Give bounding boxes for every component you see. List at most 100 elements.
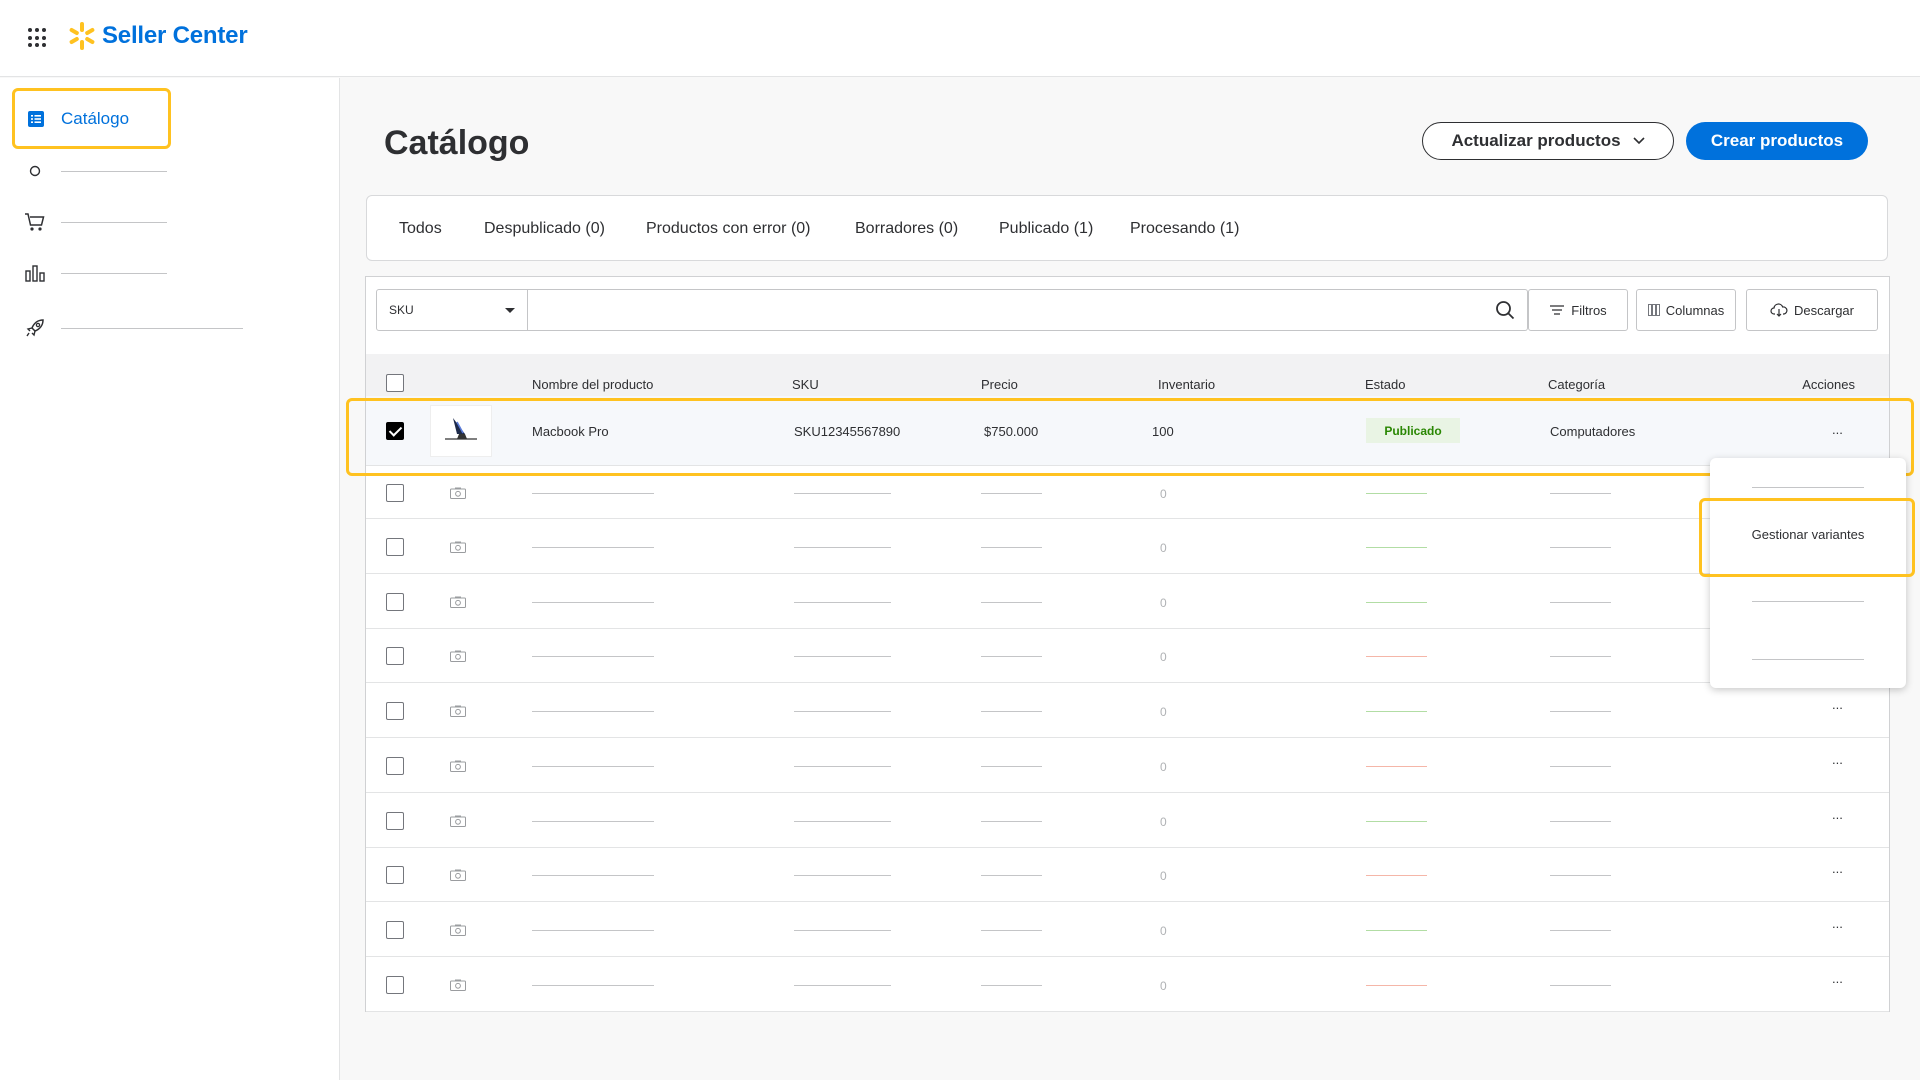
row-checkbox[interactable] [386, 422, 404, 440]
product-thumbnail [430, 405, 492, 457]
status-placeholder [1366, 930, 1427, 931]
tab-productos-con-error[interactable]: Productos con error (0) [646, 220, 811, 238]
menu-item-4[interactable] [1710, 630, 1906, 688]
sku-placeholder [794, 711, 891, 712]
row-actions-button[interactable]: ... [1832, 752, 1843, 767]
sidebar-item-2[interactable] [24, 211, 167, 233]
sku-placeholder [794, 821, 891, 822]
row-actions-button[interactable]: ... [1832, 807, 1843, 822]
table-row[interactable]: 0... [366, 793, 1889, 848]
tab-publicado[interactable]: Publicado (1) [999, 220, 1093, 238]
image-placeholder-icon [450, 869, 466, 881]
row-actions-button[interactable]: ... [1832, 697, 1843, 712]
row-actions-button[interactable]: ... [1832, 971, 1843, 986]
sidebar-item-1[interactable] [24, 160, 167, 182]
top-bar: Seller Center [0, 0, 1920, 77]
select-all-checkbox[interactable] [386, 374, 404, 392]
name-placeholder [532, 711, 654, 712]
tab-borradores[interactable]: Borradores (0) [855, 220, 958, 238]
row-checkbox[interactable] [386, 593, 404, 611]
sidebar-item-placeholder [61, 272, 167, 274]
row-checkbox[interactable] [386, 647, 404, 665]
category-placeholder [1550, 493, 1611, 494]
column-header-category[interactable]: Categoría [1548, 377, 1605, 392]
price-placeholder [981, 602, 1042, 603]
tab-despublicado[interactable]: Despublicado (0) [484, 220, 605, 238]
apps-grid-icon[interactable] [28, 28, 48, 48]
category-placeholder [1550, 656, 1611, 657]
row-checkbox[interactable] [386, 812, 404, 830]
sidebar-item-4[interactable] [24, 317, 243, 339]
tab-procesando[interactable]: Procesando (1) [1130, 220, 1239, 238]
category-placeholder [1550, 821, 1611, 822]
category-placeholder [1550, 930, 1611, 931]
category-placeholder [1550, 602, 1611, 603]
table-row[interactable]: 0 [366, 466, 1889, 519]
menu-item-placeholder [1752, 658, 1864, 660]
row-checkbox[interactable] [386, 921, 404, 939]
table-row[interactable]: 0... [366, 902, 1889, 957]
filter-icon [1550, 305, 1565, 315]
price-placeholder [981, 547, 1042, 548]
image-placeholder-icon [450, 596, 466, 608]
category-placeholder [1550, 875, 1611, 876]
menu-item-manage-variants[interactable]: Gestionar variantes [1710, 505, 1906, 563]
inventory-value: 0 [1160, 869, 1167, 883]
table-row[interactable]: Macbook Pro SKU12345567890 $750.000 100 … [366, 396, 1889, 466]
price-placeholder [981, 985, 1042, 986]
sidebar-item-placeholder [61, 327, 243, 329]
name-placeholder [532, 821, 654, 822]
cloud-download-icon [1770, 303, 1788, 317]
column-header-name[interactable]: Nombre del producto [532, 377, 653, 392]
product-name[interactable]: Macbook Pro [532, 424, 609, 439]
product-price: $750.000 [984, 424, 1039, 439]
column-header-price[interactable]: Precio [981, 377, 1018, 392]
image-placeholder-icon [450, 760, 466, 772]
table-row[interactable]: 0 [366, 519, 1889, 574]
table-row[interactable]: 0... [366, 683, 1889, 738]
name-placeholder [532, 985, 654, 986]
row-checkbox[interactable] [386, 976, 404, 994]
row-actions-button[interactable]: ... [1832, 422, 1843, 437]
row-actions-button[interactable]: ... [1832, 861, 1843, 876]
table-row[interactable]: 0... [366, 848, 1889, 902]
sidebar-item-catalogo[interactable]: Catálogo [12, 88, 171, 149]
column-header-sku[interactable]: SKU [792, 377, 819, 392]
sidebar-item-3[interactable] [24, 262, 167, 284]
category-placeholder [1550, 985, 1611, 986]
tab-todos[interactable]: Todos [399, 220, 442, 238]
row-checkbox[interactable] [386, 702, 404, 720]
create-products-button[interactable]: Crear productos [1686, 122, 1868, 160]
columns-button[interactable]: Columnas [1636, 289, 1736, 331]
name-placeholder [532, 547, 654, 548]
row-checkbox[interactable] [386, 866, 404, 884]
update-products-button[interactable]: Actualizar productos [1422, 122, 1674, 160]
sku-placeholder [794, 985, 891, 986]
table-row[interactable]: 0... [366, 738, 1889, 793]
name-placeholder [532, 656, 654, 657]
menu-item-placeholder [1752, 486, 1864, 488]
column-header-inventory[interactable]: Inventario [1158, 377, 1215, 392]
search-field-select[interactable]: SKU [376, 289, 528, 331]
menu-item-3[interactable] [1710, 572, 1906, 630]
row-actions-button[interactable]: ... [1832, 916, 1843, 931]
search-icon[interactable] [1495, 300, 1515, 320]
laptop-image-icon [445, 418, 477, 440]
search-input[interactable] [528, 290, 1468, 330]
inventory-value: 0 [1160, 705, 1167, 719]
status-tabs: Todos Despublicado (0) Productos con err… [366, 195, 1888, 261]
row-checkbox[interactable] [386, 538, 404, 556]
table-row[interactable]: 0 [366, 629, 1889, 683]
filters-button[interactable]: Filtros [1528, 289, 1628, 331]
bar-chart-icon [24, 262, 46, 284]
download-button[interactable]: Descargar [1746, 289, 1878, 331]
table-row[interactable]: 0 [366, 574, 1889, 629]
status-placeholder [1366, 985, 1427, 986]
brand-logo[interactable]: Seller Center [66, 20, 248, 52]
column-header-status[interactable]: Estado [1365, 377, 1405, 392]
filters-label: Filtros [1571, 302, 1607, 318]
row-checkbox[interactable] [386, 484, 404, 502]
table-row[interactable]: 0... [366, 957, 1889, 1012]
status-placeholder [1366, 821, 1427, 822]
row-checkbox[interactable] [386, 757, 404, 775]
